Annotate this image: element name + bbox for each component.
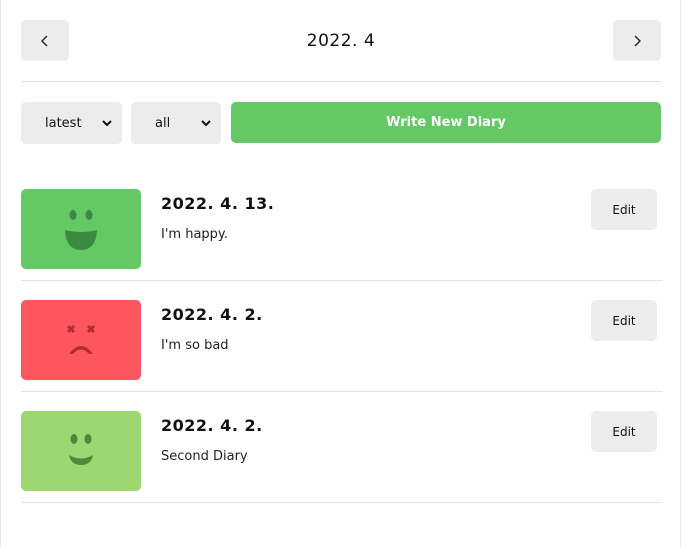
diary-app: 2022. 4 latest all Write New Diary 2022.… — [0, 0, 681, 547]
diary-item: 2022. 4. 13. I'm happy. Edit — [21, 170, 662, 281]
filter-select[interactable]: all — [131, 102, 221, 144]
chevron-left-icon — [41, 35, 48, 46]
emotion-image[interactable] — [21, 411, 141, 491]
diary-list: 2022. 4. 13. I'm happy. Edit 2022. 4. 2.… — [21, 170, 662, 503]
next-month-button[interactable] — [613, 20, 661, 61]
chevron-right-icon — [634, 35, 641, 46]
edit-button[interactable]: Edit — [591, 189, 657, 230]
diary-content[interactable]: I'm so bad — [161, 338, 229, 353]
month-title: 2022. 4 — [306, 30, 376, 51]
edit-button[interactable]: Edit — [591, 300, 657, 341]
sort-select-value: latest — [45, 115, 82, 131]
diary-date[interactable]: 2022. 4. 13. — [161, 194, 274, 213]
diary-content[interactable]: Second Diary — [161, 449, 248, 464]
write-new-diary-button[interactable]: Write New Diary — [231, 102, 661, 143]
menu-bar: latest all Write New Diary — [21, 102, 662, 144]
happy-face-icon — [65, 210, 97, 250]
smile-face-icon — [69, 434, 93, 465]
emotion-image[interactable] — [21, 189, 141, 269]
prev-month-button[interactable] — [21, 20, 69, 61]
filter-select-value: all — [155, 115, 171, 131]
header-divider — [21, 81, 661, 82]
chevron-down-icon — [201, 120, 211, 127]
month-header: 2022. 4 — [21, 20, 661, 61]
sort-select[interactable]: latest — [21, 102, 122, 144]
edit-button[interactable]: Edit — [591, 411, 657, 452]
sad-face-icon — [66, 324, 96, 354]
diary-date[interactable]: 2022. 4. 2. — [161, 416, 263, 435]
diary-content[interactable]: I'm happy. — [161, 227, 228, 242]
diary-item: 2022. 4. 2. I'm so bad Edit — [21, 281, 662, 392]
diary-date[interactable]: 2022. 4. 2. — [161, 305, 263, 324]
chevron-down-icon — [102, 120, 112, 127]
emotion-image[interactable] — [21, 300, 141, 380]
diary-item: 2022. 4. 2. Second Diary Edit — [21, 392, 662, 503]
